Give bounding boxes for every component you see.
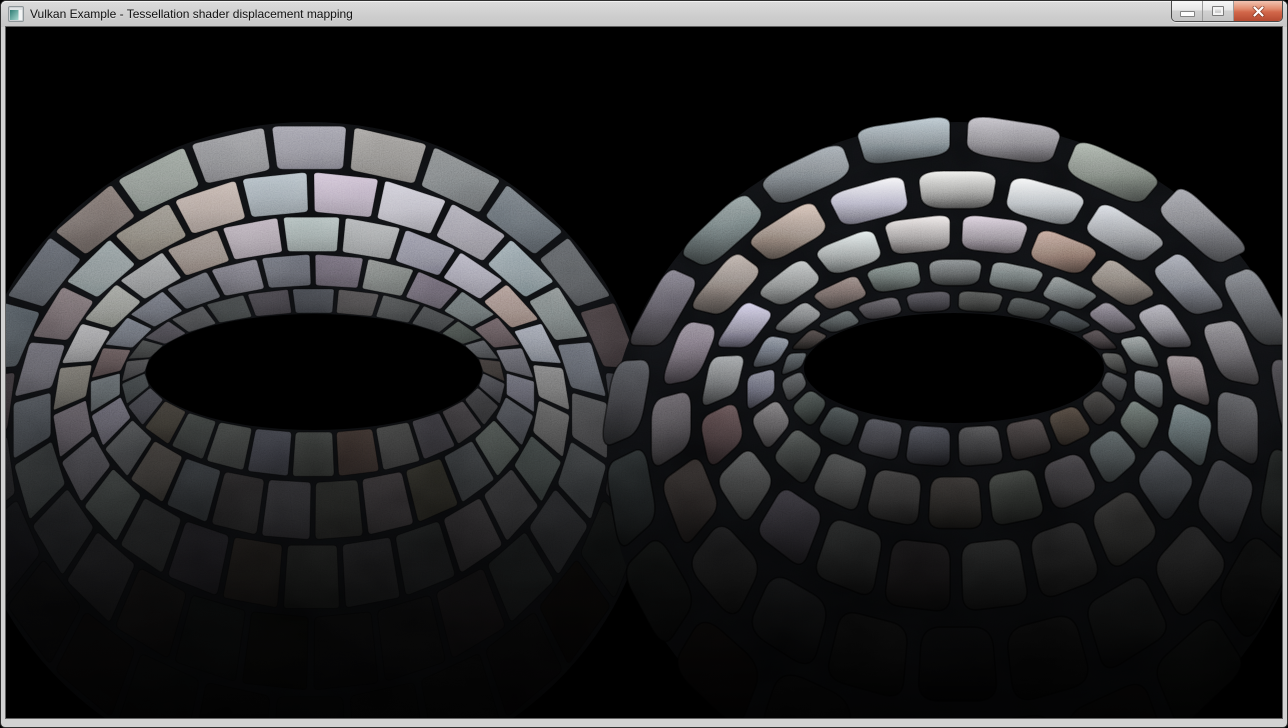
app-icon[interactable]: [8, 6, 24, 22]
default-application-icon: [8, 6, 24, 22]
minimize-icon: [1180, 11, 1195, 17]
minimize-button[interactable]: [1172, 1, 1202, 21]
app-window: Vulkan Example - Tessellation shader dis…: [0, 0, 1288, 728]
maximize-button[interactable]: [1202, 1, 1233, 21]
maximize-icon: [1212, 6, 1224, 16]
lighting-falloff-overlay: [6, 27, 1282, 718]
titlebar[interactable]: Vulkan Example - Tessellation shader dis…: [1, 1, 1287, 27]
window-controls: [1171, 1, 1283, 22]
close-icon: [1252, 6, 1265, 17]
vulkan-render-surface: [6, 27, 1282, 718]
window-title: Vulkan Example - Tessellation shader dis…: [30, 1, 353, 27]
render-viewport[interactable]: [6, 27, 1282, 718]
close-button[interactable]: [1233, 1, 1282, 21]
